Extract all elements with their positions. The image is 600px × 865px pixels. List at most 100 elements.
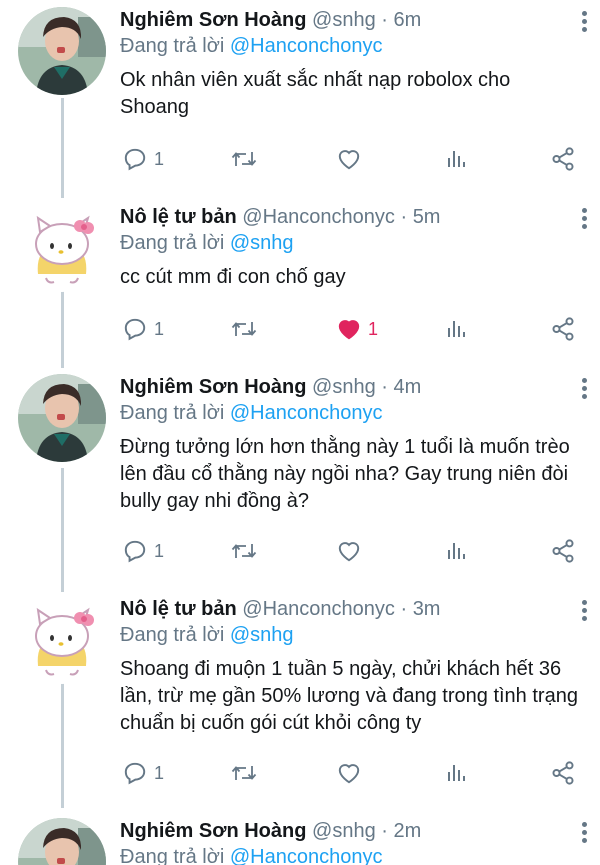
- share-icon: [552, 147, 574, 171]
- tweet[interactable]: Nô lệ tư bản @Hanconchonyc · 3m Đang trả…: [0, 596, 600, 796]
- timestamp[interactable]: 2m: [393, 820, 421, 842]
- separator: ·: [381, 9, 388, 31]
- tweet[interactable]: Nghiêm Sơn Hoàng @snhg · 2m Đang trả lời…: [0, 818, 600, 865]
- reply-button[interactable]: 1: [122, 758, 164, 788]
- reply-button[interactable]: 1: [122, 536, 164, 566]
- avatar[interactable]: [18, 596, 106, 684]
- analytics-button[interactable]: [444, 314, 468, 344]
- more-icon[interactable]: [580, 11, 588, 33]
- timestamp[interactable]: 5m: [413, 206, 441, 228]
- avatar[interactable]: [18, 7, 106, 95]
- tweet[interactable]: Nô lệ tư bản @Hanconchonyc · 5m Đang trả…: [0, 204, 600, 354]
- like-button[interactable]: [336, 758, 362, 788]
- analytics-icon: [448, 151, 465, 167]
- display-name[interactable]: Nghiêm Sơn Hoàng: [120, 820, 306, 842]
- separator: ·: [381, 376, 388, 398]
- timestamp[interactable]: 6m: [393, 9, 421, 31]
- share-icon: [552, 317, 574, 341]
- reply-count: 1: [154, 318, 165, 339]
- retweet-button[interactable]: [230, 144, 258, 174]
- like-button[interactable]: 1: [336, 314, 378, 344]
- reply-mention[interactable]: @Hanconchonyc: [230, 402, 383, 424]
- avatar-image: [18, 7, 106, 95]
- tweet[interactable]: Nghiêm Sơn Hoàng @snhg · 4m Đang trả lời…: [0, 374, 600, 574]
- action-bar: 1: [120, 758, 580, 788]
- reply-context: Đang trả lời @snhg: [120, 622, 294, 648]
- more-icon[interactable]: [580, 208, 588, 230]
- more-icon[interactable]: [580, 378, 588, 400]
- tweet-header: Nô lệ tư bản @Hanconchonyc · 3m: [120, 596, 440, 622]
- analytics-button[interactable]: [444, 144, 468, 174]
- handle[interactable]: @snhg: [312, 376, 376, 398]
- like-button[interactable]: [336, 536, 362, 566]
- reply-icon: [124, 540, 146, 563]
- tweet-text: Shoang đi muộn 1 tuần 5 ngày, chửi khách…: [120, 658, 578, 734]
- share-button[interactable]: [550, 758, 576, 788]
- retweet-button[interactable]: [230, 536, 258, 566]
- action-bar: 1: [120, 144, 580, 174]
- retweet-button[interactable]: [230, 314, 258, 344]
- avatar-image: [18, 374, 106, 462]
- reply-context: Đang trả lời @Hanconchonyc: [120, 400, 382, 426]
- reply-prefix: Đang trả lời: [120, 402, 225, 424]
- reply-button[interactable]: 1: [122, 314, 164, 344]
- reply-prefix: Đang trả lời: [120, 846, 225, 865]
- retweet-icon: [231, 766, 257, 780]
- share-button[interactable]: [550, 536, 576, 566]
- tweet[interactable]: Nghiêm Sơn Hoàng @snhg · 6m Đang trả lời…: [0, 7, 600, 182]
- reply-context: Đang trả lời @snhg: [120, 230, 294, 256]
- display-name[interactable]: Nghiêm Sơn Hoàng: [120, 9, 306, 31]
- reply-prefix: Đang trả lời: [120, 35, 225, 57]
- tweet-header: Nghiêm Sơn Hoàng @snhg · 6m: [120, 7, 421, 33]
- analytics-button[interactable]: [444, 536, 468, 566]
- reply-count: 1: [154, 148, 165, 169]
- action-bar: 1: [120, 536, 580, 566]
- reply-context: Đang trả lời @Hanconchonyc: [120, 844, 382, 865]
- separator: ·: [381, 820, 388, 842]
- display-name[interactable]: Nô lệ tư bản: [120, 598, 237, 620]
- like-icon: [338, 764, 360, 784]
- reply-icon: [124, 318, 146, 341]
- tweet-text: Đừng tưởng lớn hơn thằng này 1 tuổi là m…: [120, 436, 570, 512]
- display-name[interactable]: Nghiêm Sơn Hoàng: [120, 376, 306, 398]
- avatar-image: [18, 596, 106, 684]
- handle[interactable]: @Hanconchonyc: [242, 206, 395, 228]
- reply-context: Đang trả lời @Hanconchonyc: [120, 33, 382, 59]
- reply-mention[interactable]: @snhg: [230, 624, 294, 646]
- avatar-image: [18, 204, 106, 292]
- retweet-icon: [231, 322, 257, 336]
- avatar[interactable]: [18, 204, 106, 292]
- timestamp[interactable]: 3m: [413, 598, 441, 620]
- display-name[interactable]: Nô lệ tư bản: [120, 206, 237, 228]
- reply-mention[interactable]: @Hanconchonyc: [230, 846, 383, 865]
- action-bar: 1 1: [120, 314, 580, 344]
- handle[interactable]: @Hanconchonyc: [242, 598, 395, 620]
- reply-mention[interactable]: @Hanconchonyc: [230, 35, 383, 57]
- reply-mention[interactable]: @snhg: [230, 232, 294, 254]
- timestamp[interactable]: 4m: [393, 376, 421, 398]
- reply-count: 1: [154, 540, 165, 561]
- reply-prefix: Đang trả lời: [120, 624, 225, 646]
- retweet-button[interactable]: [230, 758, 258, 788]
- separator: ·: [400, 598, 408, 620]
- avatar[interactable]: [18, 818, 106, 865]
- analytics-icon: [448, 543, 465, 559]
- share-button[interactable]: [550, 144, 576, 174]
- reply-icon: [124, 762, 146, 785]
- retweet-icon: [231, 152, 257, 166]
- like-button[interactable]: [336, 144, 362, 174]
- more-icon[interactable]: [580, 822, 588, 844]
- handle[interactable]: @snhg: [312, 9, 376, 31]
- analytics-button[interactable]: [444, 758, 468, 788]
- avatar[interactable]: [18, 374, 106, 462]
- tweet-header: Nô lệ tư bản @Hanconchonyc · 5m: [120, 204, 440, 230]
- share-icon: [552, 539, 574, 563]
- like-icon: [338, 150, 360, 170]
- handle[interactable]: @snhg: [312, 820, 376, 842]
- more-icon[interactable]: [580, 600, 588, 622]
- like-icon: [338, 542, 360, 562]
- reply-button[interactable]: 1: [122, 144, 164, 174]
- reply-count: 1: [154, 762, 165, 783]
- share-icon: [552, 761, 574, 785]
- share-button[interactable]: [550, 314, 576, 344]
